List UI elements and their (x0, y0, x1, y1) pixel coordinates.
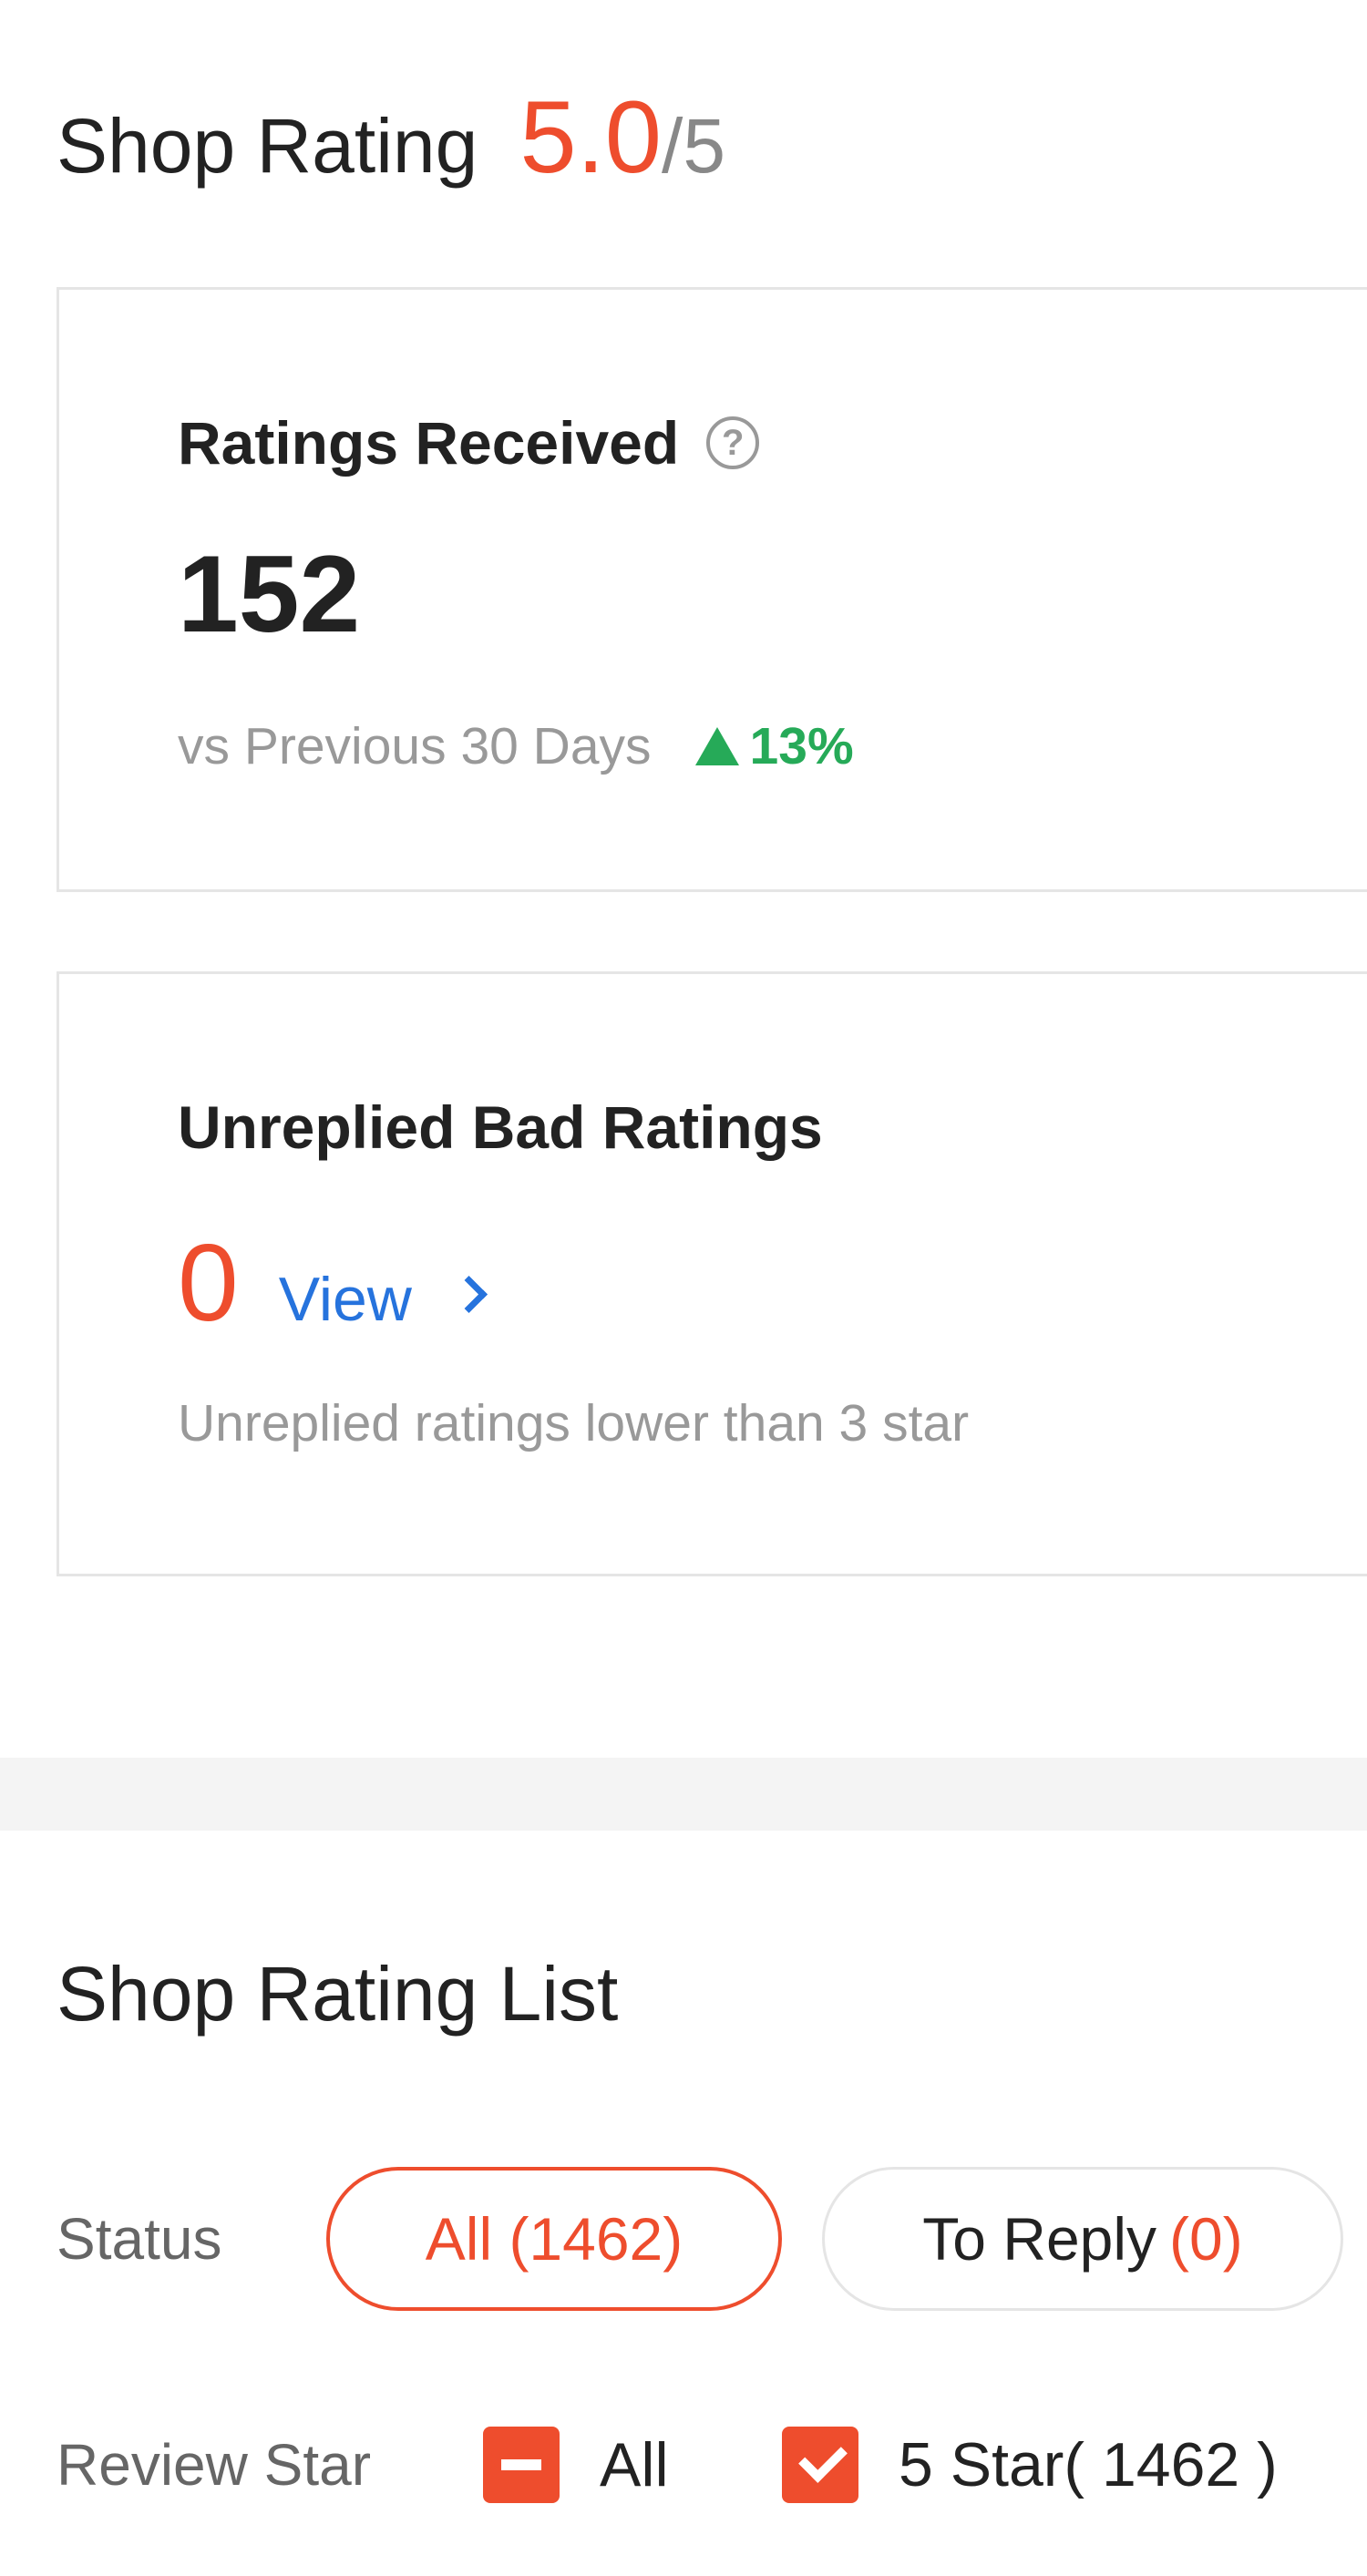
unreplied-title-row: Unreplied Bad Ratings (178, 1093, 823, 1162)
view-link[interactable]: View (278, 1264, 488, 1335)
review-star-filter: Review Star All 5 Star( 1462 ) (57, 2424, 1278, 2506)
section-divider (0, 1758, 1367, 1831)
question-circle-icon[interactable]: ? (706, 416, 760, 469)
triangle-up-icon (694, 727, 739, 765)
status-filter: Status All (1462) To Reply (0) (57, 2167, 1343, 2311)
unreplied-bad-ratings-title: Unreplied Bad Ratings (178, 1093, 823, 1161)
status-tab-all[interactable]: All (1462) (326, 2167, 782, 2311)
star-all-label: All (600, 2430, 669, 2499)
star-5-label: 5 Star( 1462 ) (899, 2430, 1278, 2499)
rating-list-title: Shop Rating List (57, 1951, 619, 2037)
view-link-label: View (278, 1265, 412, 1334)
ratings-received-title: Ratings Received (178, 409, 680, 477)
status-label: Status (57, 2206, 222, 2272)
review-star-label: Review Star (57, 2432, 371, 2498)
chevron-right-icon (449, 1275, 488, 1313)
comparison-row: vs Previous 30 Days 13% (178, 716, 854, 776)
star-all-checkbox[interactable] (483, 2427, 560, 2503)
status-tab-to-reply-count: (0) (1169, 2205, 1243, 2273)
unreplied-count: 0 (178, 1222, 239, 1344)
comparison-label: vs Previous 30 Days (178, 717, 652, 775)
status-tab-all-label: All (1462) (425, 2205, 684, 2273)
ratings-received-card: Ratings Received ? 152 vs Previous 30 Da… (57, 287, 1367, 892)
ratings-received-title-row: Ratings Received ? (178, 408, 760, 477)
status-tab-to-reply[interactable]: To Reply (0) (822, 2167, 1343, 2311)
ratings-received-value: 152 (178, 533, 361, 655)
star-5-checkbox[interactable] (782, 2427, 858, 2503)
unreplied-bad-ratings-card: Unreplied Bad Ratings 0 View Unreplied r… (57, 971, 1367, 1576)
unreplied-count-row: 0 View (178, 1220, 488, 1346)
status-tab-to-reply-label: To Reply (922, 2205, 1157, 2273)
unreplied-note: Unreplied ratings lower than 3 star (178, 1394, 970, 1452)
rating-score: 5.0 (519, 80, 663, 194)
rating-max: /5 (662, 103, 726, 189)
shop-rating-header: Shop Rating 5.0 /5 (57, 78, 725, 197)
page-title: Shop Rating (57, 103, 478, 189)
trend-value: 13% (749, 717, 854, 775)
rating-overview: Shop Rating 5.0 /5 Ratings Received ? 15… (0, 0, 1367, 1758)
